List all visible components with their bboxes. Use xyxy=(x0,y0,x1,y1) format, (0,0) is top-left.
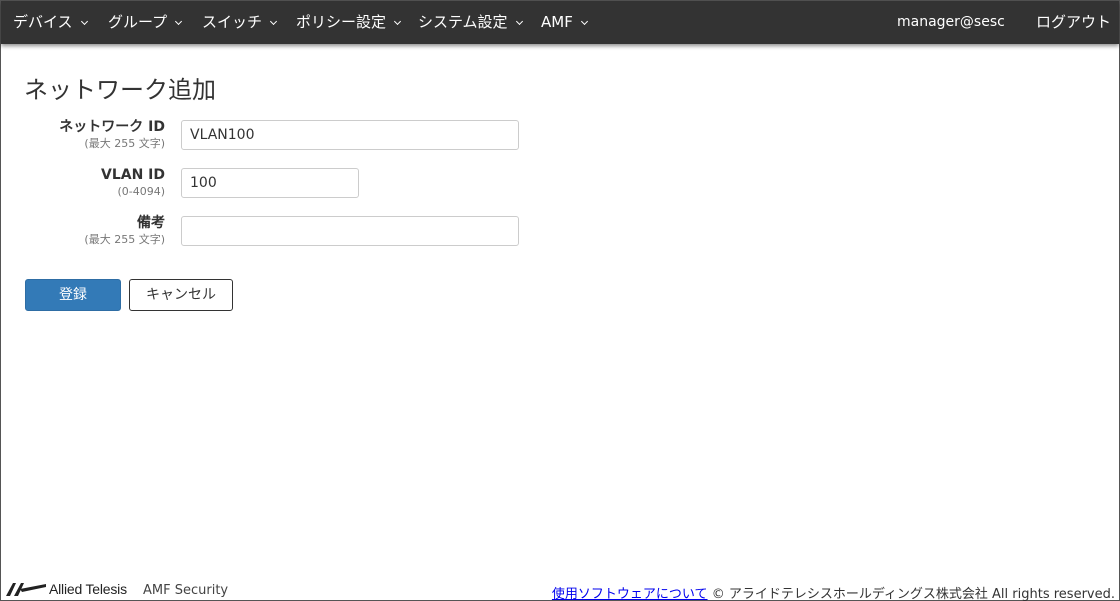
register-button[interactable]: 登録 xyxy=(25,279,121,311)
note-hint: (最大 255 文字) xyxy=(84,233,165,246)
user-menu[interactable]: manager@sesc xyxy=(897,1,1005,44)
chevron-down-icon xyxy=(80,17,88,26)
vlan-id-label-group: VLAN ID (0-4094) xyxy=(1,167,165,199)
product-name: AMF Security xyxy=(143,583,229,598)
note-label: 備考 xyxy=(137,215,165,231)
vlan-id-label: VLAN ID xyxy=(100,167,165,183)
chevron-down-icon xyxy=(175,17,183,26)
copyright-text: © アライドテレシスホールディングス株式会社 All rights reserv… xyxy=(711,587,1115,601)
nav-menu-label: デバイス xyxy=(13,13,73,31)
chevron-down-icon xyxy=(269,17,278,26)
network-id-label: ネットワーク ID xyxy=(59,119,165,135)
chevron-down-icon xyxy=(393,17,402,26)
network-id-hint: (最大 255 文字) xyxy=(84,137,165,150)
nav-menu-label: スイッチ xyxy=(202,13,263,31)
nav-menu-label: システム設定 xyxy=(418,13,508,31)
allied-telesis-logo-icon xyxy=(6,583,46,596)
nav-menu-policy-settings[interactable]: ポリシー設定 xyxy=(296,1,402,44)
network-id-label-group: ネットワーク ID (最大 255 文字) xyxy=(1,119,165,151)
vlan-id-hint: (0-4094) xyxy=(117,185,165,198)
chevron-down-icon xyxy=(515,17,523,26)
chevron-down-icon xyxy=(580,17,588,26)
footer-copyright-area: 使用ソフトウェアについて © アライドテレシスホールディングス株式会社 All … xyxy=(552,583,1115,601)
network-id-input[interactable] xyxy=(181,120,519,150)
top-navbar: デバイス グループ スイッチ ポリシー設定 システム設定 AMF manager… xyxy=(1,1,1119,44)
nav-menu-label: ポリシー設定 xyxy=(296,13,387,31)
nav-menu-switches[interactable]: スイッチ xyxy=(202,1,278,44)
note-label-group: 備考 (最大 255 文字) xyxy=(1,215,165,247)
vlan-id-input[interactable] xyxy=(181,168,359,198)
cancel-button[interactable]: キャンセル xyxy=(129,279,233,311)
brand-name: Allied Telesis xyxy=(49,581,127,597)
nav-menu-label: AMF xyxy=(541,13,573,31)
page-title: ネットワーク追加 xyxy=(24,76,216,104)
nav-menu-groups[interactable]: グループ xyxy=(108,1,183,44)
logout-link[interactable]: ログアウト xyxy=(1036,1,1111,44)
nav-menu-label: グループ xyxy=(108,13,168,31)
nav-menu-devices[interactable]: デバイス xyxy=(13,1,88,44)
software-info-link[interactable]: 使用ソフトウェアについて xyxy=(552,587,708,601)
nav-menu-amf[interactable]: AMF xyxy=(541,1,588,44)
note-input[interactable] xyxy=(181,216,519,246)
nav-menu-system-settings[interactable]: システム設定 xyxy=(418,1,523,44)
